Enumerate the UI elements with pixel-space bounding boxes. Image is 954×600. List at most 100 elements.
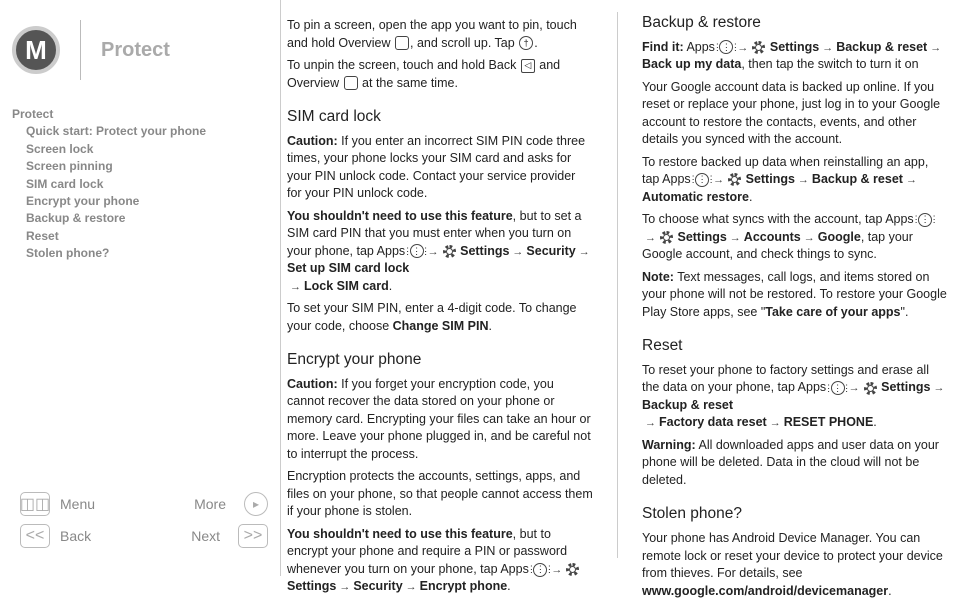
text: , and scroll up. Tap [410, 36, 518, 50]
toc-item[interactable]: Screen pinning [12, 158, 268, 175]
arrow-icon: → [713, 173, 724, 188]
caution-label: Caution: [287, 377, 338, 391]
back-icon: ◁ [521, 59, 535, 73]
toc-item[interactable]: Encrypt your phone [12, 193, 268, 210]
arrow-icon: → [579, 245, 590, 260]
text: Automatic restore [642, 190, 749, 204]
arrow-icon: → [906, 173, 917, 188]
text: Settings [677, 230, 726, 244]
arrow-icon: → [512, 245, 523, 260]
back-button[interactable]: << [20, 524, 50, 548]
menu-button[interactable]: ◫◫ [20, 492, 50, 516]
text: Settings [770, 40, 819, 54]
text: , then tap the switch to turn it on [741, 57, 918, 71]
caution-label: Caution: [287, 134, 338, 148]
text: To unpin the screen, touch and hold Back [287, 58, 520, 72]
text: Security [353, 579, 402, 593]
find-it-label: Find it: [642, 40, 684, 54]
text: at the same time. [359, 76, 458, 90]
text: You shouldn't need to use this feature [287, 527, 513, 541]
arrow-icon: → [770, 416, 781, 431]
text: Lock SIM card [304, 279, 389, 293]
text: Change SIM PIN [393, 319, 489, 333]
gear-icon [443, 245, 456, 258]
section-heading-reset: Reset [642, 335, 948, 357]
overview-icon [344, 76, 358, 90]
next-label: Next [145, 528, 220, 544]
toc-item[interactable]: Stolen phone? [12, 245, 268, 262]
content-column-2: Backup & restore Find it: Apps ⋮⋮⋮→ Sett… [636, 12, 954, 558]
gear-icon [864, 382, 877, 395]
apps-icon: ⋮⋮⋮ [719, 40, 733, 54]
more-label: More [148, 496, 226, 512]
column-divider [617, 12, 618, 558]
gear-icon [752, 41, 765, 54]
apps-icon: ⋮⋮⋮ [831, 381, 845, 395]
text: Encrypt phone [420, 579, 508, 593]
arrow-icon: → [339, 580, 350, 595]
text: Settings [881, 380, 930, 394]
apps-icon: ⋮⋮⋮ [695, 173, 709, 187]
text: Google [818, 230, 861, 244]
section-heading-stolen: Stolen phone? [642, 503, 948, 525]
apps-icon: ⋮⋮⋮ [918, 213, 932, 227]
toc-item[interactable]: Backup & restore [12, 210, 268, 227]
arrow-icon: → [798, 173, 809, 188]
url-text: www.google.com/android/devicemanager [642, 584, 888, 598]
toc-item[interactable]: Protect [12, 106, 268, 123]
section-heading-encrypt: Encrypt your phone [287, 349, 593, 371]
page-title: Protect [101, 39, 170, 62]
note-label: Note: [642, 270, 674, 284]
text: You shouldn't need to use this feature [287, 209, 513, 223]
apps-icon: ⋮⋮⋮ [410, 244, 424, 258]
arrow-icon: → [822, 41, 833, 56]
arrow-icon: → [406, 580, 417, 595]
text: RESET PHONE [784, 415, 874, 429]
gear-icon [660, 231, 673, 244]
text: To choose what syncs with the account, t… [642, 212, 917, 226]
gear-icon [566, 563, 579, 576]
arrow-icon: → [930, 41, 941, 56]
table-of-contents: Protect Quick start: Protect your phone … [12, 106, 268, 263]
section-heading-backup: Backup & restore [642, 12, 948, 34]
text: Encryption protects the accounts, settin… [287, 468, 593, 521]
section-heading-sim: SIM card lock [287, 106, 593, 128]
motorola-logo: M [12, 26, 60, 74]
header-divider [80, 20, 81, 80]
more-button[interactable]: ▸ [244, 492, 268, 516]
text: Settings [460, 244, 509, 258]
arrow-icon: → [933, 381, 944, 396]
arrow-icon: → [804, 231, 815, 246]
text: Factory data reset [659, 415, 767, 429]
overview-icon [395, 36, 409, 50]
arrow-icon: → [730, 231, 741, 246]
arrow-icon: → [428, 245, 439, 260]
toc-item[interactable]: SIM card lock [12, 176, 268, 193]
text: Settings [746, 172, 795, 186]
arrow-icon: → [849, 381, 860, 396]
text: Your phone has Android Device Manager. Y… [642, 531, 943, 580]
content-column-1: To pin a screen, open the app you want t… [281, 12, 599, 558]
text: Back up my data [642, 57, 741, 71]
warning-label: Warning: [642, 438, 696, 452]
next-button[interactable]: >> [238, 524, 268, 548]
arrow-icon: → [737, 41, 748, 56]
text: Settings [287, 579, 336, 593]
toc-item[interactable]: Reset [12, 228, 268, 245]
arrow-icon: → [290, 280, 301, 295]
text: Backup & reset [642, 398, 733, 412]
back-label: Back [60, 528, 135, 544]
text: Backup & reset [836, 40, 927, 54]
toc-item[interactable]: Screen lock [12, 141, 268, 158]
apps-icon: ⋮⋮⋮ [533, 563, 547, 577]
text: Accounts [744, 230, 801, 244]
toc-item[interactable]: Quick start: Protect your phone [12, 123, 268, 140]
menu-label: Menu [60, 496, 138, 512]
text: Security [526, 244, 575, 258]
text: Backup & reset [812, 172, 903, 186]
text: ". [901, 305, 909, 319]
text: Take care of your apps [765, 305, 900, 319]
gear-icon [728, 173, 741, 186]
arrow-icon: → [645, 416, 656, 431]
text: . [534, 36, 537, 50]
